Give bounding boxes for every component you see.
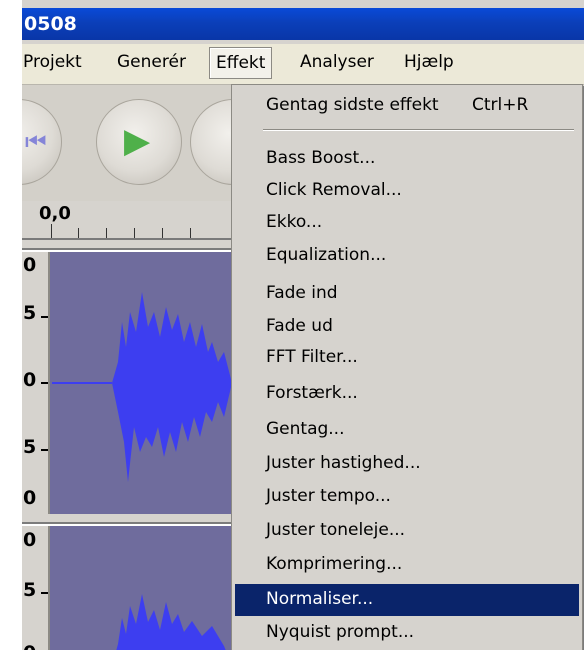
menu-item-label: FFT Filter... <box>266 347 358 367</box>
menu-item-click-removal[interactable]: Click Removal... <box>235 175 579 207</box>
scale-mark <box>41 316 48 318</box>
scale-label: 0 <box>23 369 37 391</box>
menu-item-label: Equalization... <box>266 245 387 265</box>
menu-item-komprimering[interactable]: Komprimering... <box>235 549 579 581</box>
scale-label: 5 <box>23 436 37 458</box>
scale-label: 0 <box>23 529 37 551</box>
ruler-tick <box>106 228 107 238</box>
menu-analyser[interactable]: Analyser <box>300 52 374 72</box>
scale-label: 5 <box>23 579 37 601</box>
menu-item-repeat-last-effect[interactable]: Gentag sidste effekt Ctrl+R <box>235 90 579 122</box>
play-icon: ▶ <box>124 121 151 161</box>
menu-item-forstaerk[interactable]: Forstærk... <box>235 378 579 410</box>
menu-effekt[interactable]: Effekt <box>209 47 273 79</box>
menu-item-nyquist-prompt[interactable]: Nyquist prompt... <box>235 617 579 649</box>
menu-item-label: Forstærk... <box>266 383 358 403</box>
menu-item-label: Click Removal... <box>266 180 402 200</box>
menu-item-label: Juster toneleje... <box>266 520 406 540</box>
scale-mark <box>41 592 48 594</box>
menu-item-label: Juster tempo... <box>266 486 391 506</box>
menu-hjaelp[interactable]: Hjælp <box>404 52 454 72</box>
menu-projekt[interactable]: Projekt <box>23 52 82 72</box>
menu-item-juster-hastighed[interactable]: Juster hastighed... <box>235 448 579 480</box>
menu-item-label: Juster hastighed... <box>266 453 421 473</box>
window-title: 0508 <box>24 13 77 35</box>
menu-item-label: Normaliser... <box>266 589 374 609</box>
menu-item-fade-ind[interactable]: Fade ind <box>235 278 579 310</box>
menu-item-ekko[interactable]: Ekko... <box>235 207 579 239</box>
menu-bar: Projekt Generér Effekt Analyser Hjælp <box>22 44 584 85</box>
menu-item-fft-filter[interactable]: FFT Filter... <box>235 342 579 374</box>
menu-item-normaliser[interactable]: Normaliser... <box>235 584 579 616</box>
amplitude-scale: 0 5 0 <box>22 526 50 650</box>
skip-to-start-button[interactable]: ⏮ <box>22 99 62 185</box>
scale-label: 0 <box>23 254 37 276</box>
scale-label: 0 <box>23 487 37 509</box>
menu-item-label: Gentag sidste effekt <box>266 95 439 115</box>
ruler-label-start: 0,0 <box>39 203 71 224</box>
menu-item-bass-boost[interactable]: Bass Boost... <box>235 143 579 175</box>
effect-menu: Gentag sidste effekt Ctrl+R Bass Boost..… <box>231 84 583 650</box>
ruler-tick <box>162 228 163 238</box>
menu-item-juster-toneleje[interactable]: Juster toneleje... <box>235 515 579 547</box>
app-window: 0508 Projekt Generér Effekt Analyser Hjæ… <box>22 0 584 650</box>
ruler-tick <box>51 224 52 238</box>
menu-item-label: Nyquist prompt... <box>266 622 415 642</box>
menu-item-label: Ekko... <box>266 212 323 232</box>
title-bar[interactable]: 0508 <box>22 8 584 40</box>
menu-item-shortcut: Ctrl+R <box>472 95 529 115</box>
amplitude-scale: 0 5 0 5 0 <box>22 252 50 514</box>
scale-label: 5 <box>23 302 37 324</box>
ruler-tick <box>78 228 79 238</box>
menu-separator <box>263 129 574 131</box>
scale-label: 0 <box>23 642 36 650</box>
ruler-tick <box>190 228 191 238</box>
menu-item-fade-ud[interactable]: Fade ud <box>235 311 579 343</box>
menu-item-label: Fade ind <box>266 283 338 303</box>
menu-item-label: Fade ud <box>266 316 333 336</box>
menu-item-juster-tempo[interactable]: Juster tempo... <box>235 481 579 513</box>
scale-mark <box>41 449 48 451</box>
menu-generer[interactable]: Generér <box>117 52 186 72</box>
menu-item-equalization[interactable]: Equalization... <box>235 240 579 272</box>
ruler-tick <box>134 228 135 238</box>
menu-item-label: Komprimering... <box>266 554 403 574</box>
skip-to-start-icon: ⏮ <box>25 128 47 156</box>
menu-item-gentag[interactable]: Gentag... <box>235 414 579 446</box>
scale-mark <box>41 382 48 384</box>
menu-item-label: Gentag... <box>266 419 345 439</box>
play-button[interactable]: ▶ <box>96 99 182 185</box>
menu-item-label: Bass Boost... <box>266 148 376 168</box>
